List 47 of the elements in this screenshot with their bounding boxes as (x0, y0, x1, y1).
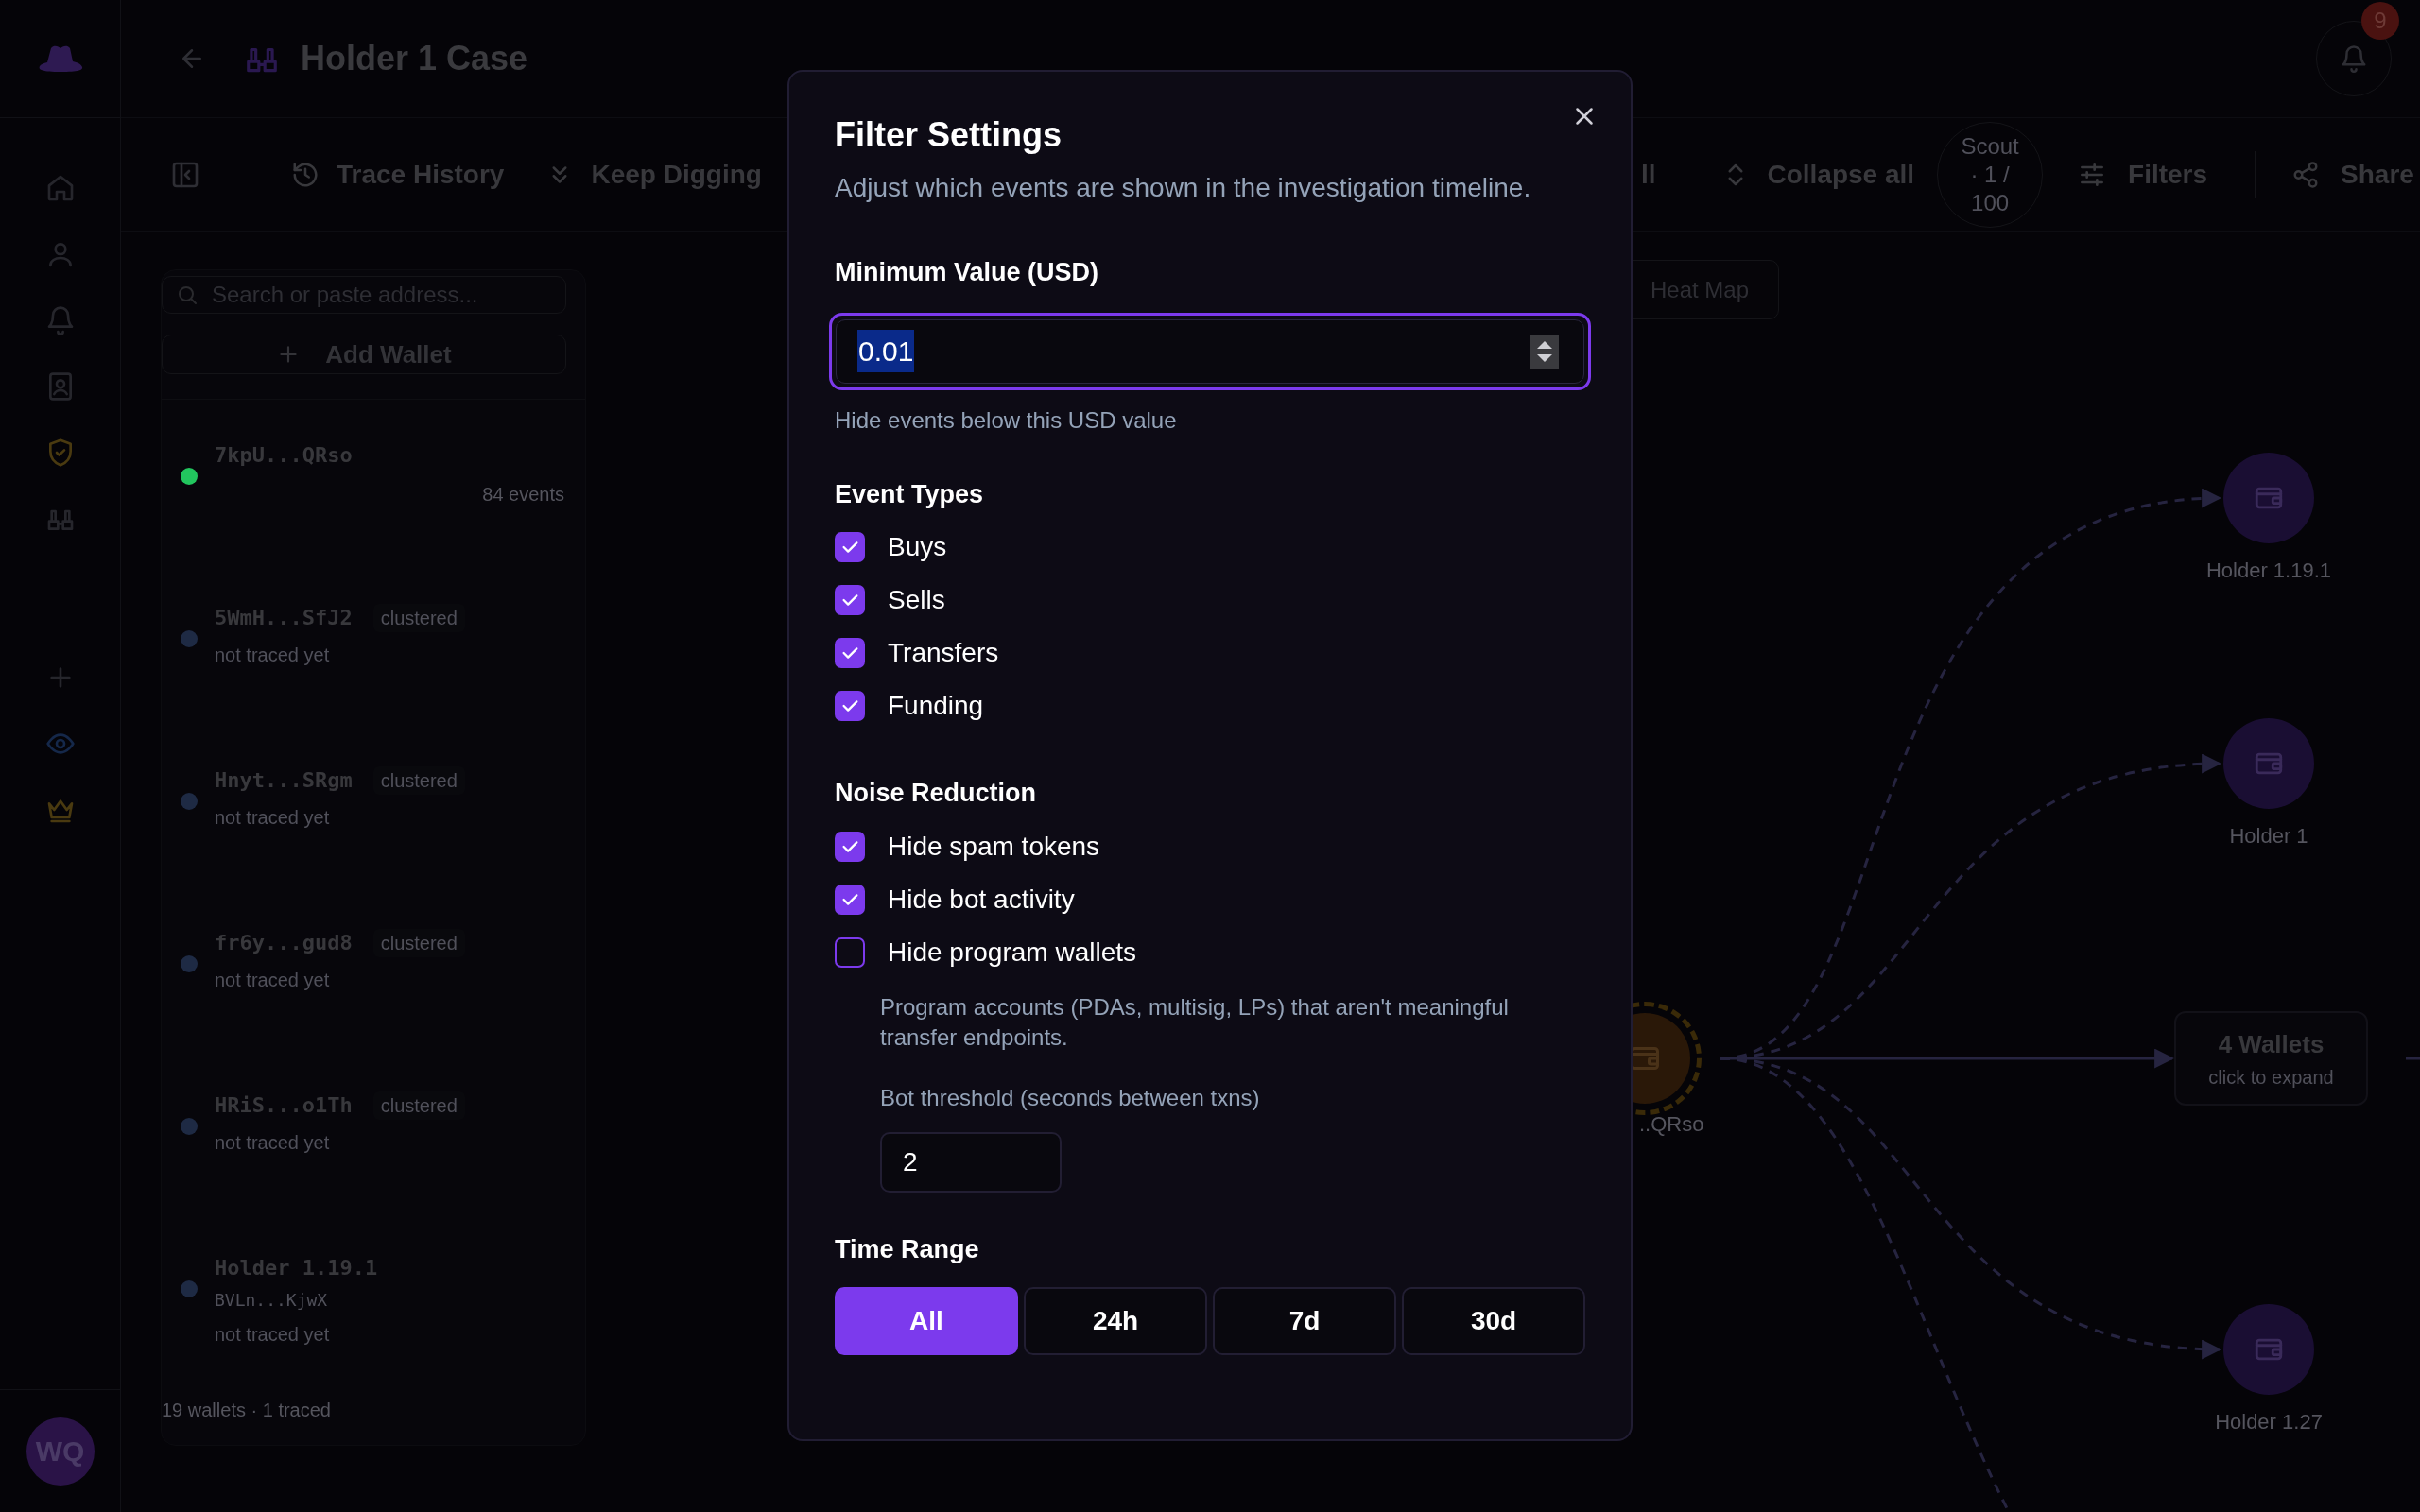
group-hint: click to expand (2208, 1065, 2334, 1090)
section-title: Event Types (835, 478, 985, 510)
time-range-button[interactable]: 7d (1213, 1287, 1396, 1355)
time-range-button[interactable]: All (835, 1287, 1018, 1355)
bot-threshold-field[interactable]: 2 (880, 1131, 1062, 1193)
search-icon (176, 284, 199, 307)
checkbox[interactable] (835, 638, 865, 668)
field-label: Minimum Value (USD) (835, 257, 1100, 288)
checkbox-label: Sells (888, 584, 945, 616)
trace-status: not traced yet (215, 644, 331, 667)
event-count: 84 events (482, 483, 564, 507)
checkbox-label: Buys (888, 531, 947, 563)
minimum-value-field[interactable]: 0.01 (836, 318, 1584, 384)
trace-status: not traced yet (215, 1131, 331, 1155)
checkbox[interactable] (835, 691, 865, 721)
node-label: Holder 1 (2228, 823, 2309, 850)
checkbox-label: Funding (888, 690, 984, 722)
time-range-button[interactable]: 30d (1402, 1287, 1585, 1355)
spinner-icon[interactable] (1530, 334, 1559, 369)
checkbox[interactable] (835, 585, 865, 615)
dialog-subtitle: Adjust which events are shown in the investigation timeline. (835, 172, 1532, 204)
wallet-summary: 19 wallets · 1 traced (162, 1399, 332, 1422)
section-title: Noise Reduction (835, 778, 1038, 809)
checkbox-label: Hide spam tokens (888, 830, 1100, 863)
bell-icon (2340, 44, 2368, 73)
node-label: ..QRso (1639, 1111, 1704, 1138)
field-hint: Hide events below this USD value (835, 405, 1178, 435)
wallet-sub-address: BVLn...KjwX (215, 1289, 329, 1312)
section-title: Time Range (835, 1233, 980, 1265)
edge-line (2406, 1057, 2420, 1060)
trace-status: not traced yet (215, 969, 331, 992)
history-icon (291, 160, 320, 189)
checkbox-label: Hide program wallets (888, 936, 1136, 969)
checkbox[interactable] (835, 884, 865, 915)
trace-status: not traced yet (215, 1323, 331, 1347)
checkbox[interactable] (835, 936, 865, 968)
time-range-button[interactable]: 24h (1024, 1287, 1207, 1355)
checkbox-label: Transfers (888, 637, 999, 669)
node-label: Holder 1.27 (2214, 1409, 2324, 1435)
trace-status: not traced yet (215, 806, 331, 830)
checkbox-label: Hide bot activity (888, 883, 1075, 916)
node-label: Holder 1.19.1 (2204, 558, 2333, 584)
option-description: Program accounts (PDAs, multisig, LPs) that aren't meaningful transfer endpoints. (880, 992, 1510, 1052)
field-label: Bot threshold (seconds between txns) (880, 1083, 1261, 1112)
checkbox[interactable] (835, 831, 865, 862)
checkbox[interactable] (835, 532, 865, 562)
dialog-title: Filter Settings (835, 114, 1063, 156)
